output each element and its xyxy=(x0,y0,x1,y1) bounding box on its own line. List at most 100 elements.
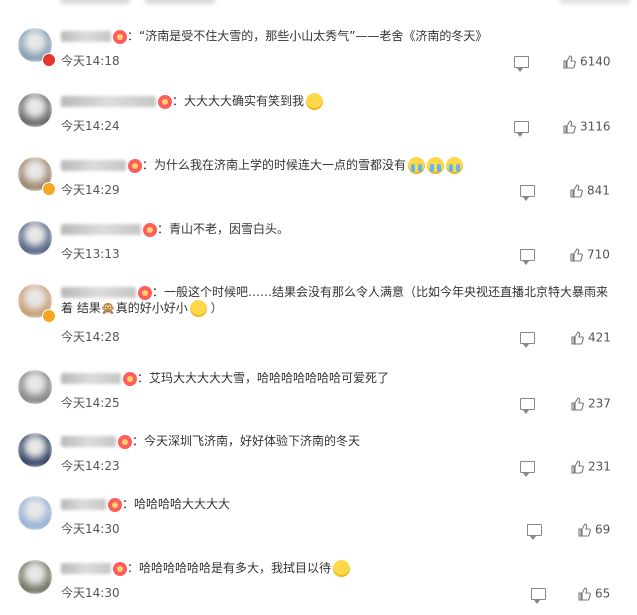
like-count: 421 xyxy=(588,330,611,345)
reply-icon[interactable] xyxy=(520,185,535,201)
like-count: 841 xyxy=(587,183,610,198)
verified-badge-icon xyxy=(42,309,56,323)
like-button[interactable]: 6140 xyxy=(562,54,611,69)
like-button[interactable]: 65 xyxy=(577,586,610,601)
top-toolbar xyxy=(0,0,637,10)
like-count: 69 xyxy=(595,522,611,537)
reply-icon[interactable] xyxy=(531,588,546,604)
fan-badge-icon xyxy=(143,222,157,237)
comment-text-continued: 着 结果🙊真的好小好小 xyxy=(61,301,188,315)
fan-badge-icon xyxy=(118,434,132,449)
verified-badge-icon xyxy=(42,182,56,196)
comment-text: ：艾玛大大大大大雪，哈哈哈哈哈哈哈可爱死了 xyxy=(137,371,390,385)
cat-emoji-icon xyxy=(333,560,351,577)
like-button[interactable]: 231 xyxy=(570,459,611,474)
laugh-emoji-icon xyxy=(306,93,324,110)
comment-header: ：“济南是受不住大雪的，那些小山太秀气”——老舍《济南的冬天》 xyxy=(61,28,487,44)
comment-header: ：一般这个时候吧……结果会没有那么令人满意（比如今年央视还直播北京特大暴雨来着 … xyxy=(61,284,608,317)
comment-text: ：为什么我在济南上学的时候连大一点的雪都没有 xyxy=(142,158,407,172)
like-button[interactable]: 710 xyxy=(569,247,610,262)
like-button[interactable]: 841 xyxy=(569,183,610,198)
fan-badge-icon xyxy=(128,158,142,173)
reply-icon[interactable] xyxy=(527,524,542,540)
username-blurred[interactable] xyxy=(61,224,141,235)
username-blurred[interactable] xyxy=(61,563,111,574)
like-count: 710 xyxy=(587,247,610,262)
like-count: 237 xyxy=(588,396,611,411)
tab-blurred[interactable] xyxy=(60,0,130,4)
comment-header: ：大大大大确实有笑到我 xyxy=(61,93,324,110)
avatar[interactable] xyxy=(18,93,52,127)
thumbs-up-icon xyxy=(570,247,583,262)
comment-header: ：青山不老，因雪白头。 xyxy=(61,221,289,237)
reply-icon[interactable] xyxy=(520,332,535,348)
fan-badge-icon xyxy=(108,497,122,512)
comment-time: 今天14:30 xyxy=(61,522,120,536)
thumbs-up-icon xyxy=(578,522,591,537)
fan-badge-icon xyxy=(113,561,127,576)
tab-blurred[interactable] xyxy=(145,0,215,4)
comment-text: ：青山不老，因雪白头。 xyxy=(157,222,290,236)
comment-text: ：今天深圳飞济南，好好体验下济南的冬天 xyxy=(132,434,361,448)
comment-header: ：今天深圳飞济南，好好体验下济南的冬天 xyxy=(61,433,360,449)
comment-header: ：为什么我在济南上学的时候连大一点的雪都没有 xyxy=(61,157,464,174)
cry-emoji-icon xyxy=(446,157,464,174)
username-blurred[interactable] xyxy=(61,287,136,298)
avatar[interactable] xyxy=(18,433,52,467)
comment-text-end: ） xyxy=(206,301,223,315)
fan-badge-icon xyxy=(158,94,172,109)
thumbs-up-icon xyxy=(563,54,576,69)
thumbs-up-icon xyxy=(578,586,591,601)
reply-icon[interactable] xyxy=(520,398,535,414)
like-button[interactable]: 3116 xyxy=(562,119,611,134)
reply-icon[interactable] xyxy=(520,249,535,265)
thumbs-up-icon xyxy=(571,330,584,345)
username-blurred[interactable] xyxy=(61,499,106,510)
comment-header: ：哈哈哈哈哈哈是有多大，我拭目以待 xyxy=(61,560,351,577)
thumbs-up-icon xyxy=(571,459,584,474)
thumbs-up-icon xyxy=(563,119,576,134)
cry-emoji-icon xyxy=(427,157,445,174)
like-count: 65 xyxy=(595,586,611,601)
comment-time: 今天14:18 xyxy=(61,54,120,68)
comment-text: ：一般这个时候吧……结果会没有那么令人满意（比如今年央视还直播北京特大暴雨来 xyxy=(152,285,609,299)
fan-badge-icon xyxy=(113,29,127,44)
username-blurred[interactable] xyxy=(61,96,156,107)
comment-text: ：哈哈哈哈大大大大 xyxy=(122,497,231,511)
comment-time: 今天14:25 xyxy=(61,396,120,410)
comment-text: ：哈哈哈哈哈哈是有多大，我拭目以待 xyxy=(127,561,332,575)
cry-emoji-icon xyxy=(408,157,426,174)
avatar[interactable] xyxy=(18,496,52,530)
like-count: 6140 xyxy=(580,54,611,69)
fan-badge-icon xyxy=(138,285,152,300)
reply-icon[interactable] xyxy=(520,461,535,477)
reply-icon[interactable] xyxy=(514,121,529,137)
thumbs-up-icon xyxy=(570,183,583,198)
username-blurred[interactable] xyxy=(61,436,116,447)
like-button[interactable]: 237 xyxy=(570,396,611,411)
avatar[interactable] xyxy=(18,370,52,404)
comment-header: ：哈哈哈哈大大大大 xyxy=(61,496,230,512)
comment-time: 今天14:24 xyxy=(61,119,120,133)
comment-text: ：“济南是受不住大雪的，那些小山太秀气”——老舍《济南的冬天》 xyxy=(127,29,488,43)
username-blurred[interactable] xyxy=(61,373,121,384)
laugh-cry-emoji-icon xyxy=(189,300,207,317)
like-button[interactable]: 421 xyxy=(570,330,611,345)
avatar[interactable] xyxy=(18,221,52,255)
comment-time: 今天13:13 xyxy=(61,247,120,261)
comment-time: 今天14:29 xyxy=(61,183,120,197)
comment-header: ：艾玛大大大大大雪，哈哈哈哈哈哈哈可爱死了 xyxy=(61,370,389,386)
comment-time: 今天14:23 xyxy=(61,459,120,473)
comment-text: ：大大大大确实有笑到我 xyxy=(172,94,305,108)
reply-icon[interactable] xyxy=(514,56,529,72)
avatar[interactable] xyxy=(18,560,52,594)
username-blurred[interactable] xyxy=(61,31,111,42)
fan-badge-icon xyxy=(123,371,137,386)
like-count: 231 xyxy=(588,459,611,474)
like-button[interactable]: 69 xyxy=(577,522,610,537)
username-blurred[interactable] xyxy=(61,160,126,171)
comment-time: 今天14:30 xyxy=(61,586,120,600)
verified-badge-icon xyxy=(42,53,56,67)
sort-blurred[interactable] xyxy=(560,0,630,4)
thumbs-up-icon xyxy=(571,396,584,411)
